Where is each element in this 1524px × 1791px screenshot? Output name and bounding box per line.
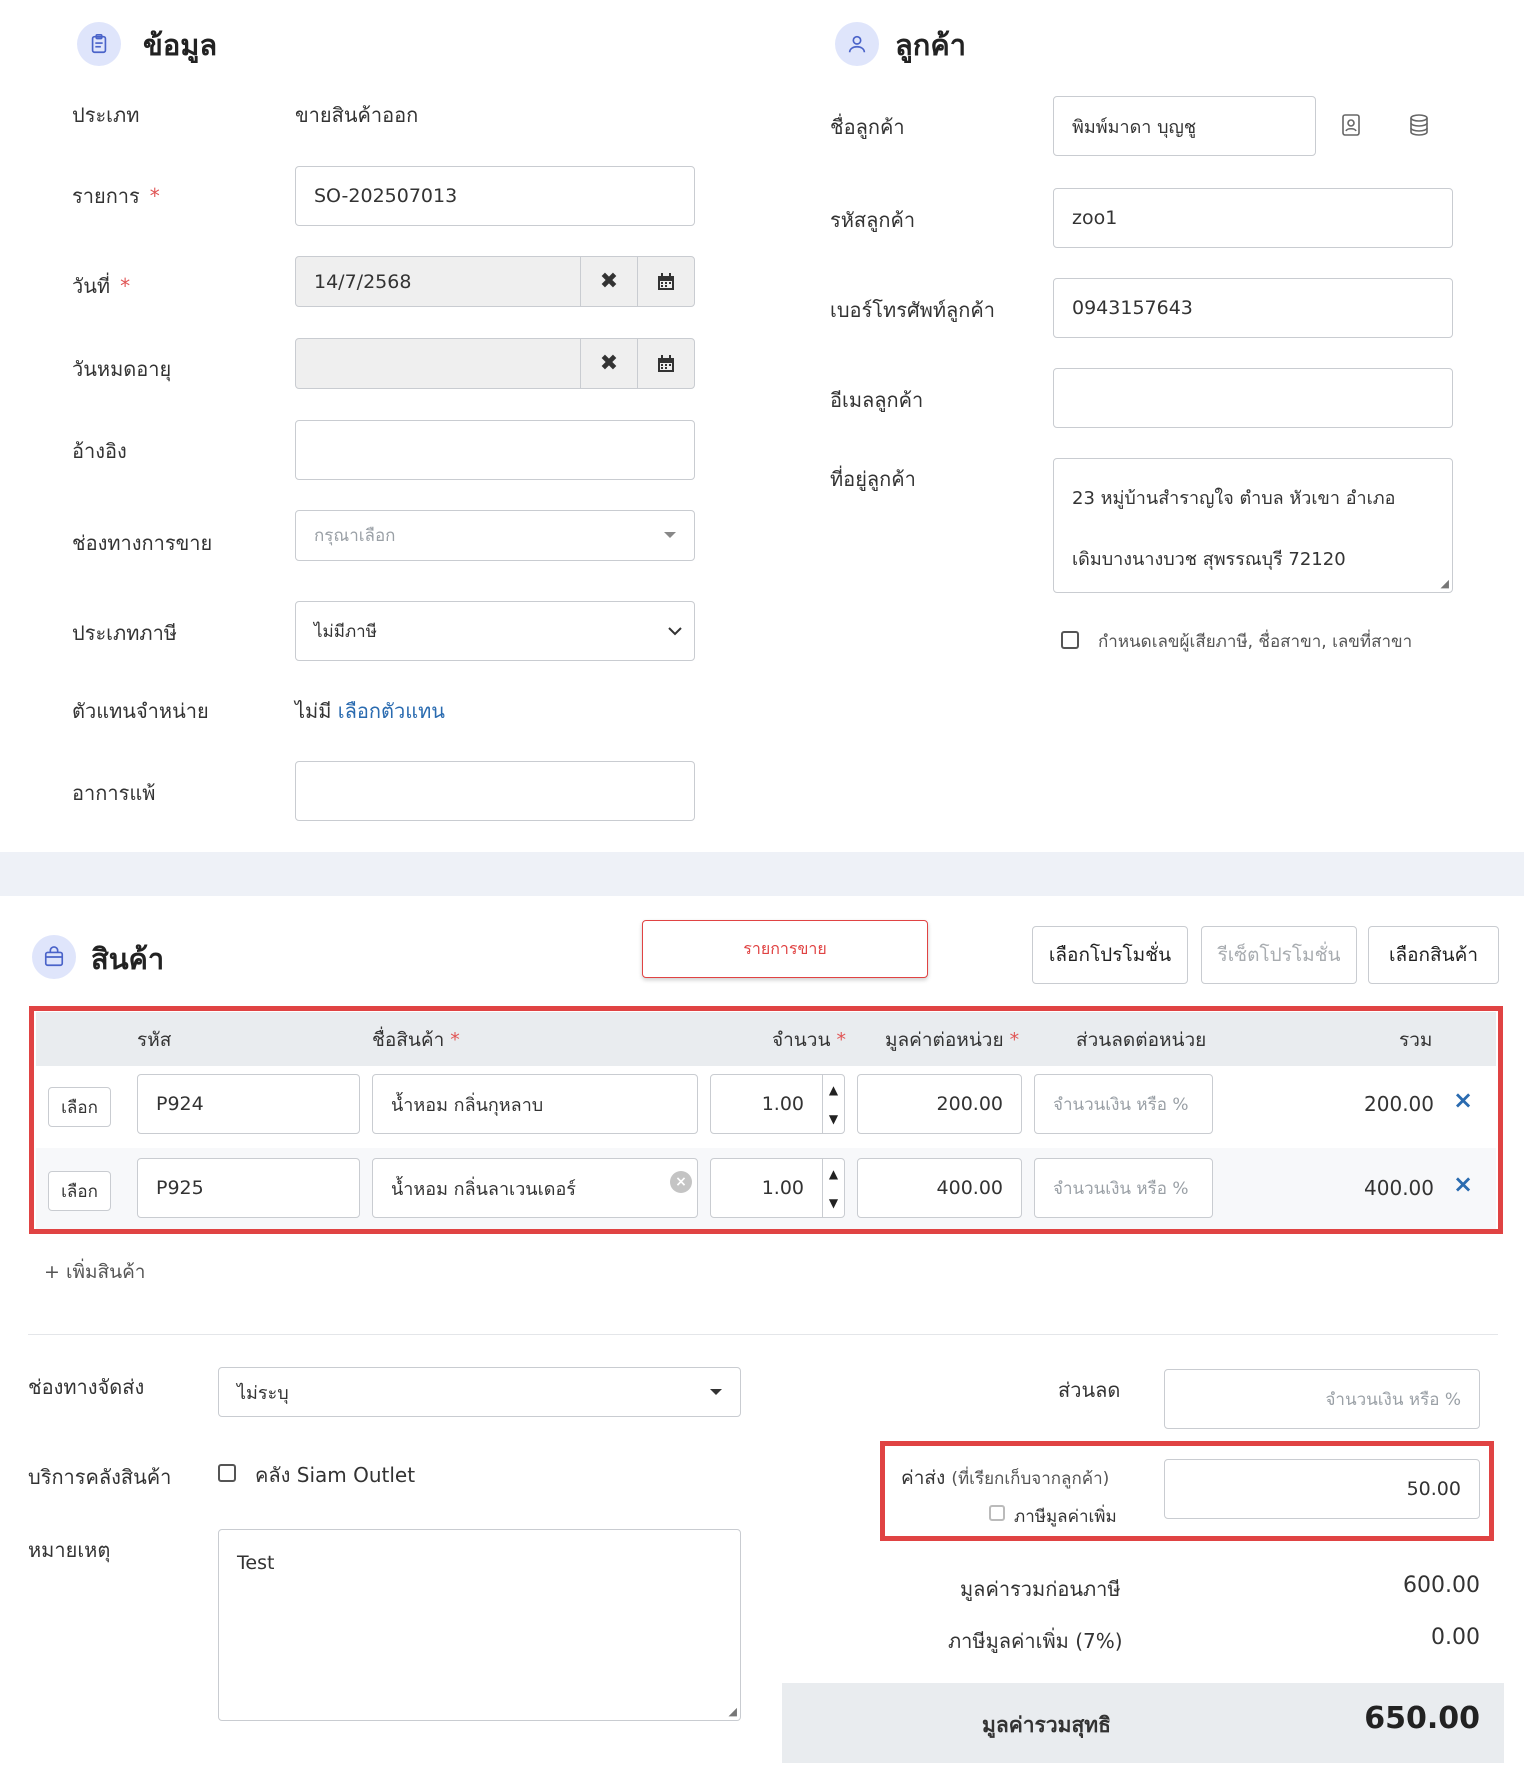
select-agent-link[interactable]: เลือกตัวแทน [338, 699, 445, 723]
add-product-link[interactable]: + เพิ่มสินค้า [44, 1257, 145, 1287]
customer-name-input[interactable]: พิมพ์มาดา บุญชู [1053, 96, 1316, 156]
calendar-icon [658, 354, 674, 372]
info-section-icon [77, 22, 121, 66]
date-clear-button[interactable]: ✖ [580, 256, 638, 307]
products-section-title: สินค้า [91, 942, 165, 976]
select-product-button[interactable]: เลือกสินค้า [1368, 926, 1499, 984]
resize-handle-icon[interactable]: ◢ [729, 1705, 737, 1718]
expiry-label: วันหมดอายุ [72, 357, 172, 381]
reference-label: อ้างอิง [72, 439, 127, 463]
sales-channel-label: ช่องทางการขาย [72, 531, 213, 555]
tax-id-checkbox-label: กำหนดเลขผู้เสียภาษี, ชื่อสาขา, เลขที่สาข… [1098, 632, 1413, 652]
allergy-label: อาการแพ้ [72, 781, 156, 805]
date-input[interactable]: 14/7/2568 [295, 256, 581, 307]
reset-promotion-button[interactable]: รีเซ็ตโปรโมชั่น [1201, 926, 1357, 984]
shipping-fee-highlight [880, 1441, 1494, 1541]
agent-label: ตัวแทนจำหน่าย [72, 699, 209, 723]
resize-handle-icon[interactable]: ◢ [1441, 577, 1449, 590]
caret-down-icon [710, 1389, 722, 1395]
type-label: ประเภท [72, 103, 140, 127]
caret-down-icon [664, 532, 676, 538]
doc-number-input[interactable]: SO-202507013 [295, 166, 695, 226]
agent-value: ไม่มี เลือกตัวแทน [295, 699, 445, 723]
sales-list-tab[interactable]: รายการขาย [642, 920, 928, 978]
date-label: วันที่ * [72, 274, 131, 298]
warehouse-service-label: บริการคลังสินค้า [28, 1465, 172, 1489]
product-table-highlight [29, 1006, 1503, 1234]
clipboard-icon [91, 34, 107, 54]
expiry-calendar-button[interactable] [637, 338, 695, 389]
note-textarea[interactable]: Test ◢ [218, 1529, 741, 1721]
note-label: หมายเหตุ [28, 1538, 111, 1562]
section-separator [0, 852, 1524, 896]
customer-name-label: ชื่อลูกค้า [830, 115, 905, 139]
customer-phone-input[interactable]: 0943157643 [1053, 278, 1453, 338]
customer-phone-label: เบอร์โทรศัพท์ลูกค้า [830, 298, 995, 322]
discount-input[interactable]: จำนวนเงิน หรือ % [1164, 1369, 1480, 1429]
database-icon[interactable] [1408, 113, 1430, 141]
customer-section-title: ลูกค้า [895, 28, 967, 62]
vat-label: ภาษีมูลค่าเพิ่ม (7%) [948, 1629, 1123, 1653]
type-value: ขายสินค้าออก [295, 103, 419, 127]
expiry-input[interactable] [295, 338, 581, 389]
discount-label: ส่วนลด [1058, 1378, 1121, 1402]
required-mark: * [120, 274, 131, 298]
customer-code-label: รหัสลูกค้า [830, 208, 916, 232]
vat-value: 0.00 [1431, 1625, 1480, 1650]
tax-type-label: ประเภทภาษี [72, 621, 177, 645]
date-calendar-button[interactable] [637, 256, 695, 307]
customer-address-textarea[interactable]: 23 หมู่บ้านสำราญใจ ตำบล หัวเขา อำเภอ เดิ… [1053, 458, 1453, 593]
info-section-title: ข้อมูล [143, 28, 218, 62]
shipping-channel-label: ช่องทางจัดส่ง [28, 1375, 145, 1399]
required-mark: * [149, 184, 160, 208]
customer-email-input[interactable] [1053, 368, 1453, 428]
subtotal-value: 600.00 [1403, 1573, 1480, 1598]
doc-number-label: รายการ * [72, 184, 160, 208]
subtotal-label: มูลค่ารวมก่อนภาษี [960, 1577, 1121, 1601]
net-total-label: มูลค่ารวมสุทธิ [982, 1713, 1111, 1737]
allergy-input[interactable] [295, 761, 695, 821]
customer-section-icon [835, 22, 879, 66]
shopping-bag-icon [44, 946, 64, 967]
expiry-clear-button[interactable]: ✖ [580, 338, 638, 389]
select-promotion-button[interactable]: เลือกโปรโมชั่น [1032, 926, 1188, 984]
tax-id-checkbox[interactable] [1061, 631, 1079, 649]
chevron-down-icon [668, 627, 682, 636]
customer-email-label: อีเมลลูกค้า [830, 388, 924, 412]
warehouse-option-label: คลัง Siam Outlet [255, 1463, 416, 1487]
customer-address-label: ที่อยู่ลูกค้า [830, 467, 916, 491]
customer-code-input[interactable]: zoo1 [1053, 188, 1453, 248]
warehouse-checkbox[interactable] [218, 1464, 236, 1482]
divider [28, 1334, 1498, 1335]
shipping-channel-select[interactable]: ไม่ระบุ [218, 1367, 741, 1417]
net-total-value: 650.00 [1364, 1701, 1480, 1736]
tax-type-select[interactable]: ไม่มีภาษี [295, 601, 695, 661]
calendar-icon [658, 272, 674, 290]
sales-channel-select[interactable]: กรุณาเลือก [295, 510, 695, 561]
user-icon [848, 35, 866, 53]
reference-input[interactable] [295, 420, 695, 480]
products-section-icon [32, 935, 76, 979]
contact-book-icon[interactable] [1340, 113, 1362, 141]
